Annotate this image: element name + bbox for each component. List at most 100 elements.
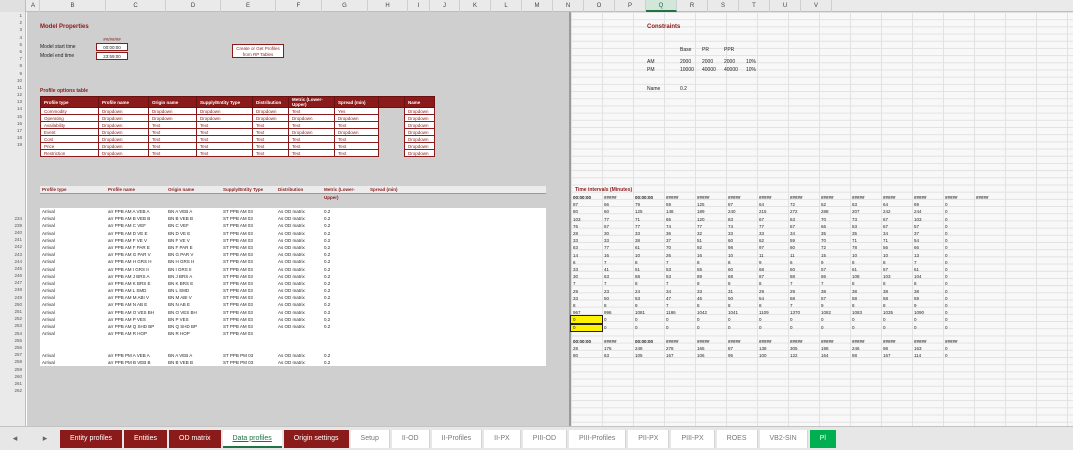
row-header[interactable]: 256 <box>0 344 25 351</box>
data-cell[interactable]: 35 <box>819 230 850 237</box>
data-cell[interactable]: 58 <box>881 295 912 302</box>
profile-options-cell[interactable]: Availability <box>40 121 99 129</box>
row-header[interactable]: 234 <box>0 215 25 222</box>
table-cell[interactable]: BN A VEB A <box>166 352 221 359</box>
data-cell[interactable]: 305 <box>788 345 819 352</box>
data-cell[interactable]: 0 <box>633 316 664 323</box>
data-cell[interactable]: 98 <box>881 345 912 352</box>
data-cell[interactable]: 89 <box>695 273 726 280</box>
table-cell[interactable]: BN P VES <box>166 316 221 323</box>
constraints-value[interactable]: 2000 <box>702 59 713 65</box>
profile-options-cell[interactable]: Text <box>288 149 335 157</box>
data-cell[interactable]: 59 <box>664 201 695 208</box>
row-header[interactable]: 19 <box>0 141 25 148</box>
data-cell[interactable]: 0 <box>602 316 633 323</box>
data-cell[interactable]: 53 <box>850 223 881 230</box>
profile-options-cell[interactable]: Dropdown <box>196 107 253 115</box>
data-cell[interactable]: 51 <box>695 237 726 244</box>
table-cell[interactable]: Arrival <box>40 352 106 359</box>
table-cell[interactable]: As OD matrix <box>276 309 322 316</box>
data-cell[interactable]: 56 <box>881 244 912 251</box>
time-interval-cell[interactable]: 00:00:00 <box>633 338 664 345</box>
table-cell[interactable]: ST PPB AM 03 <box>221 244 276 251</box>
data-cell[interactable]: 9 <box>757 259 788 266</box>
sheet-tab-pl[interactable]: Pl <box>809 429 836 448</box>
sheet-tab-setup[interactable]: Setup <box>350 429 390 448</box>
data-cell[interactable]: 38 <box>912 288 943 295</box>
data-cell[interactable]: 67 <box>881 216 912 223</box>
data-cell[interactable]: 63 <box>602 352 633 359</box>
table-cell[interactable]: As OD matrix <box>276 244 322 251</box>
data-cell[interactable]: 8 <box>912 280 943 287</box>
data-cell[interactable]: 0 <box>664 316 695 323</box>
table-cell[interactable]: arr PPB AM P VES <box>106 316 166 323</box>
table-cell[interactable]: Arrival <box>40 294 106 301</box>
row-header[interactable]: 261 <box>0 380 25 387</box>
data-cell[interactable]: 33 <box>602 237 633 244</box>
column-header-a[interactable]: A <box>27 0 40 12</box>
data-cell[interactable]: 54 <box>912 237 943 244</box>
data-cell[interactable]: 0 <box>943 273 974 280</box>
time-interval-cell[interactable]: ##### <box>726 194 757 201</box>
data-cell[interactable]: 164 <box>819 352 850 359</box>
data-cell[interactable]: 87 <box>726 345 757 352</box>
row-header[interactable]: 17 <box>0 127 25 134</box>
data-cell[interactable]: 34 <box>788 230 819 237</box>
data-cell[interactable]: 1109 <box>757 309 788 316</box>
data-cell[interactable]: 248 <box>633 345 664 352</box>
table-cell[interactable]: Arrival <box>40 258 106 265</box>
constraints-note-value[interactable]: 0.2 <box>680 86 687 92</box>
data-cell[interactable]: 98 <box>726 244 757 251</box>
data-cell[interactable]: 0 <box>695 324 726 331</box>
data-cell[interactable]: 0 <box>819 324 850 331</box>
column-header-k[interactable]: K <box>460 0 491 12</box>
time-interval-cell[interactable]: ##### <box>943 194 974 201</box>
sheet-tab-piii-od[interactable]: PIII-OD <box>522 429 568 448</box>
table-cell[interactable]: Arrival <box>40 316 106 323</box>
data-cell[interactable]: 100 <box>757 352 788 359</box>
data-cell[interactable]: 38 <box>850 288 881 295</box>
table-cell[interactable]: arr PPB AM F PAR E <box>106 244 166 251</box>
data-cell[interactable]: 61 <box>850 266 881 273</box>
table-cell[interactable]: ST PPB AM 03 <box>221 294 276 301</box>
profile-options-cell[interactable]: Text <box>148 142 197 150</box>
data-cell[interactable]: 70 <box>819 237 850 244</box>
data-cell[interactable]: 57 <box>819 295 850 302</box>
table-cell[interactable]: 0.2 <box>322 266 368 273</box>
table-cell[interactable]: ST PPB AM 03 <box>221 287 276 294</box>
data-cell[interactable]: 62 <box>819 201 850 208</box>
table-cell[interactable]: As OD matrix <box>276 230 322 237</box>
data-cell[interactable]: 50 <box>726 295 757 302</box>
row-header[interactable]: 262 <box>0 387 25 394</box>
profile-options-cell[interactable]: Dropdown <box>98 107 149 115</box>
data-cell[interactable]: 77 <box>695 223 726 230</box>
profile-options-cell[interactable]: Text <box>288 121 335 129</box>
data-cell[interactable] <box>633 331 664 338</box>
data-cell[interactable]: 0 <box>943 208 974 215</box>
table-cell[interactable] <box>166 345 221 352</box>
data-cell[interactable]: 47 <box>664 295 695 302</box>
time-interval-cell[interactable]: ##### <box>757 194 788 201</box>
table-cell[interactable]: As OD matrix <box>276 280 322 287</box>
row-header[interactable]: 248 <box>0 286 25 293</box>
table-cell[interactable] <box>276 330 322 337</box>
column-header-r[interactable]: R <box>677 0 708 12</box>
constraints-value[interactable]: 40000 <box>702 67 716 73</box>
table-cell[interactable]: ST PPB AM 03 <box>221 222 276 229</box>
profile-options-cell[interactable]: Restriction <box>40 149 99 157</box>
data-cell[interactable]: 16 <box>695 252 726 259</box>
column-header-d[interactable]: D <box>166 0 221 12</box>
profile-options-cell[interactable]: Text <box>288 142 335 150</box>
data-cell[interactable]: 0 <box>943 324 974 331</box>
data-cell[interactable]: 33 <box>571 266 602 273</box>
data-cell[interactable]: 246 <box>850 345 881 352</box>
data-cell[interactable]: 76 <box>571 223 602 230</box>
table-cell[interactable]: ST PPB AM 03 <box>221 316 276 323</box>
table-cell[interactable] <box>221 345 276 352</box>
data-cell[interactable]: 38 <box>881 288 912 295</box>
table-cell[interactable]: BN L SMD <box>166 287 221 294</box>
data-cell[interactable]: 60 <box>788 266 819 273</box>
table-cell[interactable]: Arrival <box>40 230 106 237</box>
table-cell[interactable]: ST PPB PM 03 <box>221 359 276 366</box>
table-cell[interactable]: As OD matrix <box>276 323 322 330</box>
